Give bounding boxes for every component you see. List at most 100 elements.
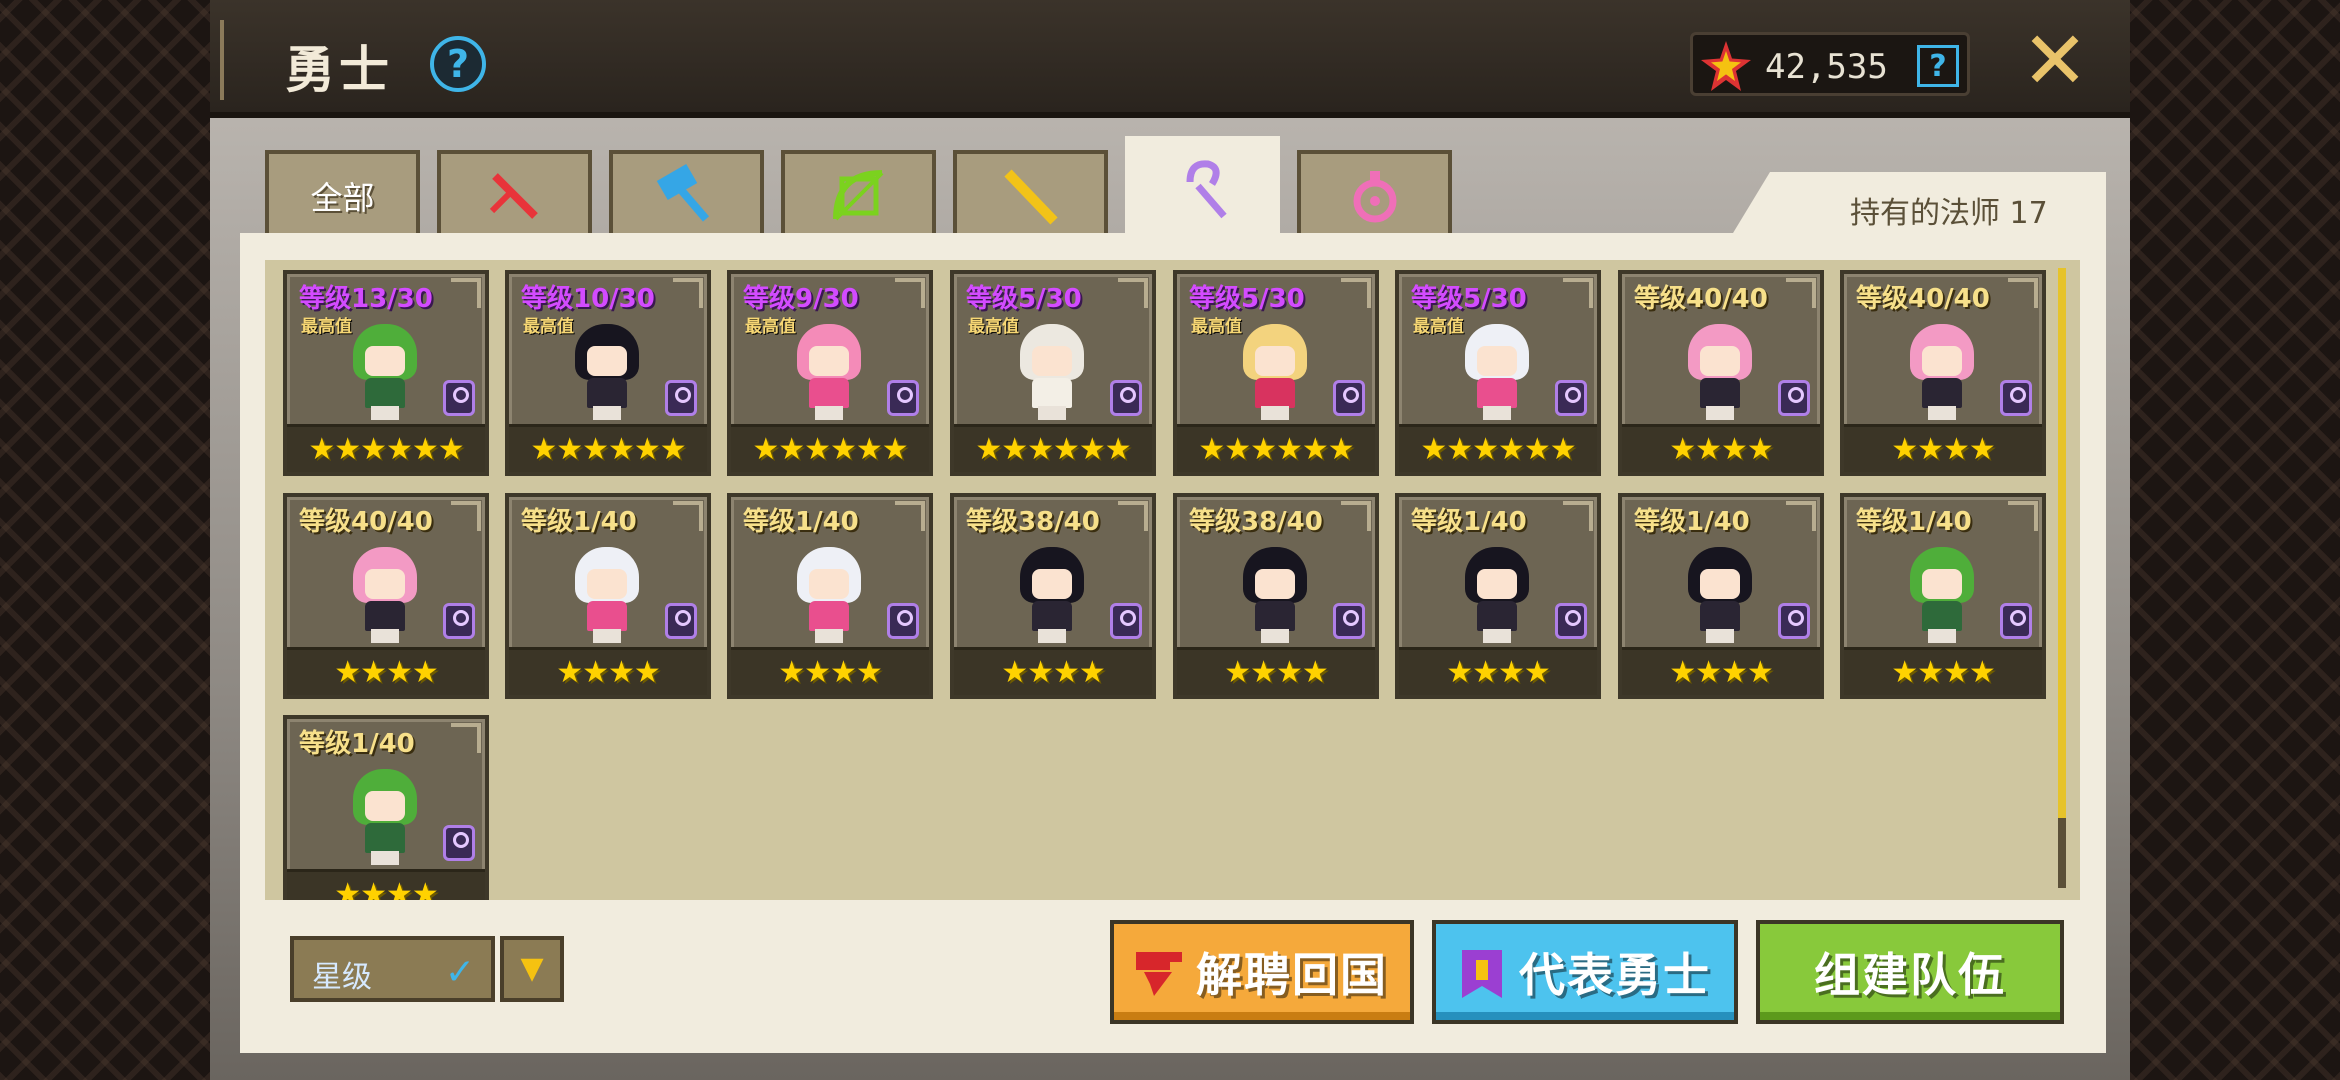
hero-outfit	[587, 378, 627, 408]
tab-all[interactable]: 全部	[265, 150, 420, 238]
tab-gun[interactable]	[953, 150, 1108, 238]
staff-class-icon	[443, 825, 475, 861]
hero-level: 等级13/30	[299, 284, 433, 314]
hero-face	[1255, 346, 1295, 376]
hero-card[interactable]: 等级5/30 最高值 ★★★★★★	[1395, 270, 1601, 476]
tab-hammer[interactable]	[609, 150, 764, 238]
hero-outfit	[1700, 378, 1740, 408]
max-label: 最高值	[523, 317, 574, 337]
card-corner	[673, 278, 703, 308]
hero-card[interactable]: 等级1/40 ★★★★	[1395, 493, 1601, 699]
hero-face	[809, 346, 849, 376]
hero-outfit	[1477, 601, 1517, 631]
hero-card[interactable]: 等级40/40 ★★★★	[283, 493, 489, 699]
hero-card[interactable]: 等级5/30 最高值 ★★★★★★	[950, 270, 1156, 476]
right-decor-panel	[2130, 0, 2340, 1080]
hero-face	[1922, 569, 1962, 599]
hero-card[interactable]: 等级10/30 最高值 ★★★★★★	[505, 270, 711, 476]
star-rating: ★★★★	[509, 647, 707, 695]
card-corner	[1786, 501, 1816, 531]
hero-card[interactable]: 等级1/40 ★★★★	[505, 493, 711, 699]
hero-card[interactable]: 等级38/40 ★★★★	[1173, 493, 1379, 699]
hero-portrait	[1014, 547, 1090, 643]
card-corner	[1118, 501, 1148, 531]
staff-class-icon	[1333, 380, 1365, 416]
hero-face	[1700, 346, 1740, 376]
sword-icon	[489, 173, 538, 219]
card-corner	[2008, 278, 2038, 308]
hero-legs	[1706, 629, 1734, 643]
hero-legs	[1928, 406, 1956, 420]
hero-legs	[1483, 406, 1511, 420]
sort-dropdown-button[interactable]: ▼	[500, 936, 564, 1002]
hero-portrait	[569, 324, 645, 420]
representative-button[interactable]: 代表勇士	[1432, 920, 1738, 1024]
support-icon	[1353, 171, 1396, 223]
sort-select[interactable]: 星级 ✓	[290, 936, 495, 1002]
staff-class-icon	[1778, 603, 1810, 639]
hero-outfit	[809, 378, 849, 408]
hero-card[interactable]: 等级1/40 ★★★★	[1840, 493, 2046, 699]
hero-card[interactable]: 等级5/30 最高值 ★★★★★★	[1173, 270, 1379, 476]
hero-face	[1477, 569, 1517, 599]
hero-outfit	[1032, 378, 1072, 408]
hero-legs	[371, 851, 399, 865]
hero-level: 等级1/40	[1856, 507, 1972, 537]
hero-card[interactable]: 等级1/40 ★★★★	[283, 715, 489, 900]
hero-portrait	[1904, 324, 1980, 420]
help-icon[interactable]: ?	[430, 36, 486, 92]
star-rating: ★★★★	[1399, 647, 1597, 695]
hero-card[interactable]: 等级13/30 最高值 ★★★★★★	[283, 270, 489, 476]
tab-support[interactable]	[1297, 150, 1452, 238]
staff-class-icon	[1555, 380, 1587, 416]
card-corner	[1118, 278, 1148, 308]
hero-legs	[593, 406, 621, 420]
star-rating: ★★★★★★	[731, 424, 929, 472]
hero-outfit	[809, 601, 849, 631]
hero-card[interactable]: 等级1/40 ★★★★	[727, 493, 933, 699]
max-label: 最高值	[1413, 317, 1464, 337]
hero-outfit	[1700, 601, 1740, 631]
hero-level: 等级1/40	[521, 507, 637, 537]
hero-legs	[593, 629, 621, 643]
hero-face	[809, 569, 849, 599]
hero-card[interactable]: 等级38/40 ★★★★	[950, 493, 1156, 699]
tab-label: 全部	[310, 179, 375, 217]
star-rating: ★★★★★★	[509, 424, 707, 472]
staff-class-icon	[443, 603, 475, 639]
hero-outfit	[587, 601, 627, 631]
hero-legs	[815, 406, 843, 420]
hero-level: 等级40/40	[1856, 284, 1990, 314]
hero-face	[1032, 569, 1072, 599]
currency-help-icon[interactable]: ?	[1917, 45, 1959, 87]
scrollbar-thumb[interactable]	[2058, 268, 2066, 818]
hero-portrait	[347, 547, 423, 643]
hero-card[interactable]: 等级40/40 ★★★★	[1618, 270, 1824, 476]
hero-outfit	[365, 601, 405, 631]
hero-card[interactable]: 等级1/40 ★★★★	[1618, 493, 1824, 699]
tab-sword[interactable]	[437, 150, 592, 238]
build-team-button[interactable]: 组建队伍	[1756, 920, 2064, 1024]
hero-level: 等级9/30	[743, 284, 859, 314]
tab-staff[interactable]	[1125, 136, 1280, 238]
hero-legs	[1928, 629, 1956, 643]
tab-bow[interactable]	[781, 150, 936, 238]
hero-face	[365, 346, 405, 376]
hero-portrait	[791, 324, 867, 420]
close-icon[interactable]: ✕	[2020, 21, 2090, 101]
hero-portrait	[1459, 547, 1535, 643]
star-rating: ★★★★★★	[954, 424, 1152, 472]
header-bar: 勇士 ? 42,535 ? ✕	[210, 0, 2130, 118]
hero-outfit	[1255, 378, 1295, 408]
hero-legs	[815, 629, 843, 643]
hero-portrait	[347, 769, 423, 865]
hero-card[interactable]: 等级9/30 最高值 ★★★★★★	[727, 270, 933, 476]
hero-face	[1032, 346, 1072, 376]
card-corner	[2008, 501, 2038, 531]
hero-card[interactable]: 等级40/40 ★★★★	[1840, 270, 2046, 476]
dismiss-button[interactable]: 解聘回国	[1110, 920, 1414, 1024]
hero-portrait	[1014, 324, 1090, 420]
max-label: 最高值	[968, 317, 1019, 337]
hero-grid[interactable]: 等级13/30 最高值 ★★★★★★ 等级10/30 最高值 ★★★★★★ 等级…	[265, 260, 2080, 900]
hero-portrait	[569, 547, 645, 643]
